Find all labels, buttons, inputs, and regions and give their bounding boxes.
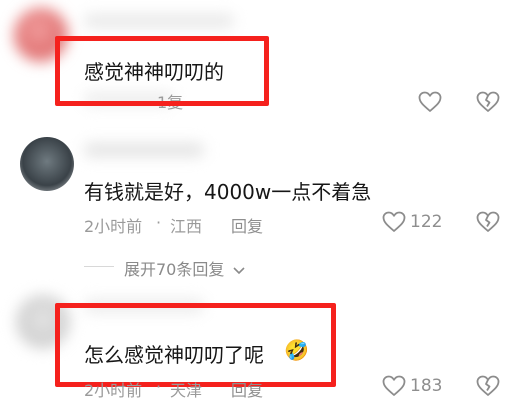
- comment-2-text: 有钱就是好，4000w一点不着急: [84, 180, 372, 204]
- chevron-down-icon: [232, 266, 246, 276]
- expand-replies-label: 展开70条回复: [124, 260, 225, 279]
- comment-2-time: 2小时前: [84, 217, 143, 236]
- heart-icon[interactable]: [418, 91, 442, 113]
- expand-divider: [84, 266, 114, 267]
- like-count: 122: [410, 212, 443, 232]
- comment-3-location: 天津: [170, 381, 203, 400]
- reply-button[interactable]: 回复: [231, 213, 263, 237]
- broken-heart-icon[interactable]: [476, 211, 500, 233]
- broken-heart-icon[interactable]: [476, 375, 500, 397]
- heart-icon[interactable]: [382, 375, 406, 397]
- comment-2: 有钱就是好，4000w一点不着急 2小时前 · 江西 回复 122 展开70条回…: [0, 125, 522, 285]
- highlight-box: [55, 36, 269, 106]
- username-redacted: [84, 143, 204, 157]
- comment-2-location: 江西: [170, 217, 203, 236]
- highlight-box: [55, 303, 336, 387]
- comment-1: 1复 感觉神神叨叨的: [0, 0, 522, 122]
- reply-button[interactable]: 回复: [231, 377, 263, 401]
- like-count: 183: [410, 376, 443, 396]
- broken-heart-icon[interactable]: [476, 91, 500, 113]
- comment-3: 怎么感觉神叨叨了呢 🤣 2小时前 · 天津 回复 183: [0, 285, 522, 411]
- avatar[interactable]: [20, 137, 74, 191]
- heart-icon[interactable]: [382, 211, 406, 233]
- expand-replies-button[interactable]: 展开70条回复: [124, 256, 246, 279]
- comment-2-separator: ·: [156, 213, 162, 232]
- comment-3-time: 2小时前: [84, 381, 143, 400]
- username-redacted: [84, 14, 234, 28]
- comment-3-separator: ·: [156, 377, 162, 396]
